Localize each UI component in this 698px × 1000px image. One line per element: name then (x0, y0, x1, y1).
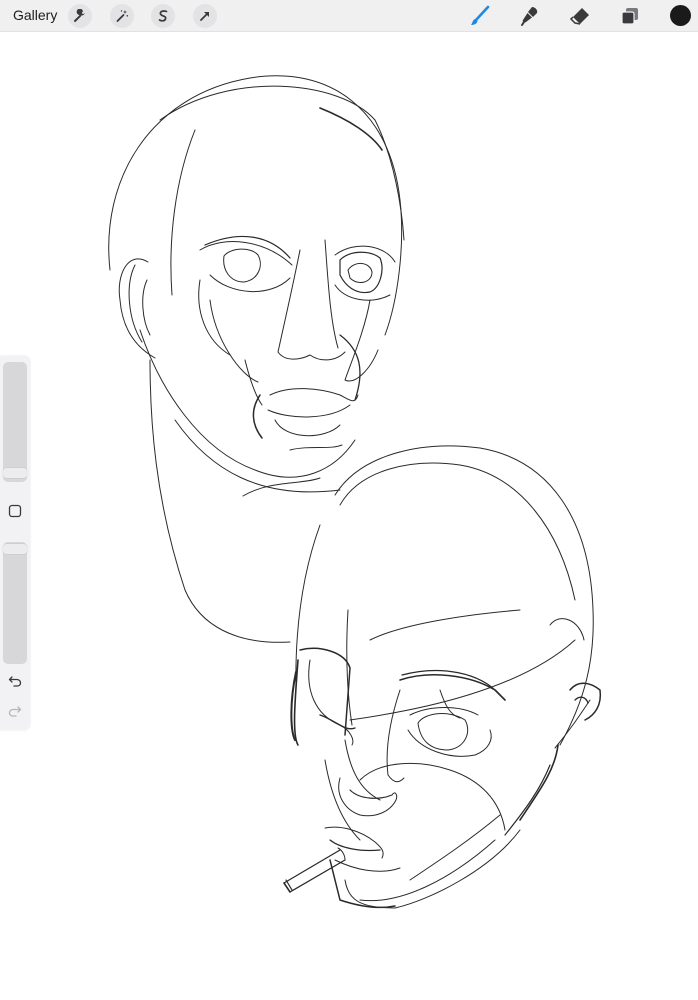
wrench-icon (74, 9, 85, 22)
undo-icon (8, 676, 22, 687)
brush-icon (471, 5, 490, 25)
drawing-canvas[interactable] (0, 32, 698, 1000)
brush-opacity-thumb[interactable] (3, 544, 27, 554)
brush-sidebar (0, 356, 30, 730)
undo-button[interactable] (6, 672, 24, 690)
adjustments-button[interactable] (110, 4, 134, 28)
eraser-icon (569, 8, 589, 25)
transform-arrow-icon (200, 12, 209, 21)
brush-opacity-slider[interactable] (3, 542, 27, 664)
top-toolbar: Gallery (0, 0, 698, 32)
transform-button[interactable] (193, 4, 217, 28)
square-icon (8, 504, 22, 518)
eraser-tool-button[interactable] (568, 4, 592, 28)
layers-icon (621, 8, 638, 25)
redo-button[interactable] (6, 702, 24, 720)
redo-icon (8, 706, 22, 717)
modify-button[interactable] (6, 502, 24, 520)
layers-button[interactable] (618, 4, 642, 28)
smudge-tool-button[interactable] (518, 4, 542, 28)
selection-button[interactable] (151, 4, 175, 28)
color-picker-button[interactable] (670, 5, 691, 26)
gallery-button[interactable]: Gallery (13, 7, 57, 23)
selection-s-icon (158, 10, 168, 22)
brush-tool-button[interactable] (468, 4, 492, 28)
sketch-drawing (108, 75, 602, 909)
actions-button[interactable] (68, 4, 92, 28)
brush-size-slider[interactable] (3, 362, 27, 482)
smudge-icon (521, 7, 538, 26)
magic-wand-icon (116, 10, 129, 22)
brush-size-thumb[interactable] (3, 468, 27, 478)
